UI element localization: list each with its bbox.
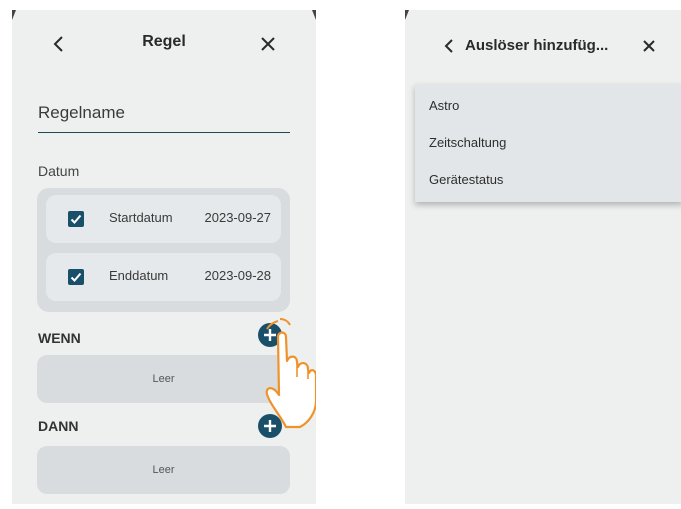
start-date-label: Startdatum (109, 210, 173, 225)
end-date-checkbox[interactable] (68, 269, 84, 285)
frame-corner (12, 10, 16, 20)
back-chevron-icon[interactable] (441, 37, 457, 55)
frame-corner (405, 10, 409, 20)
tap-hand-icon (265, 318, 316, 429)
date-panel: Startdatum 2023-09-27 Enddatum 2023-09-2… (37, 188, 290, 312)
menu-item-time-switch[interactable]: Zeitschaltung (429, 135, 506, 150)
close-icon[interactable] (258, 34, 278, 54)
frame-corner (312, 10, 316, 20)
menu-item-device-status[interactable]: Gerätestatus (429, 172, 503, 187)
rule-editor-screen: Regel Regelname Datum Startdatum 2023-09… (12, 10, 316, 504)
then-empty-box: Leer (37, 446, 290, 494)
when-section-label: WENN (38, 330, 81, 346)
checkmark-icon (70, 272, 82, 282)
checkmark-icon (70, 214, 82, 224)
trigger-type-dropdown: Astro Zeitschaltung Gerätestatus (415, 84, 681, 202)
date-section-label: Datum (38, 163, 80, 179)
add-trigger-screen: Auslöser hinzufüg... Astro Zeitschaltung… (405, 10, 681, 504)
start-date-checkbox[interactable] (68, 211, 84, 227)
rule-name-input[interactable]: Regelname (38, 102, 290, 133)
end-date-row[interactable]: Enddatum 2023-09-28 (46, 253, 281, 301)
end-date-label: Enddatum (109, 268, 169, 283)
when-empty-box: Leer (37, 355, 290, 403)
end-date-value[interactable]: 2023-09-28 (205, 268, 272, 283)
close-icon[interactable] (641, 38, 657, 54)
menu-item-astro[interactable]: Astro (429, 98, 459, 113)
then-section-label: DANN (38, 418, 79, 434)
page-title: Auslöser hinzufüg... (465, 37, 609, 54)
start-date-value[interactable]: 2023-09-27 (205, 210, 272, 225)
start-date-row[interactable]: Startdatum 2023-09-27 (46, 195, 281, 243)
